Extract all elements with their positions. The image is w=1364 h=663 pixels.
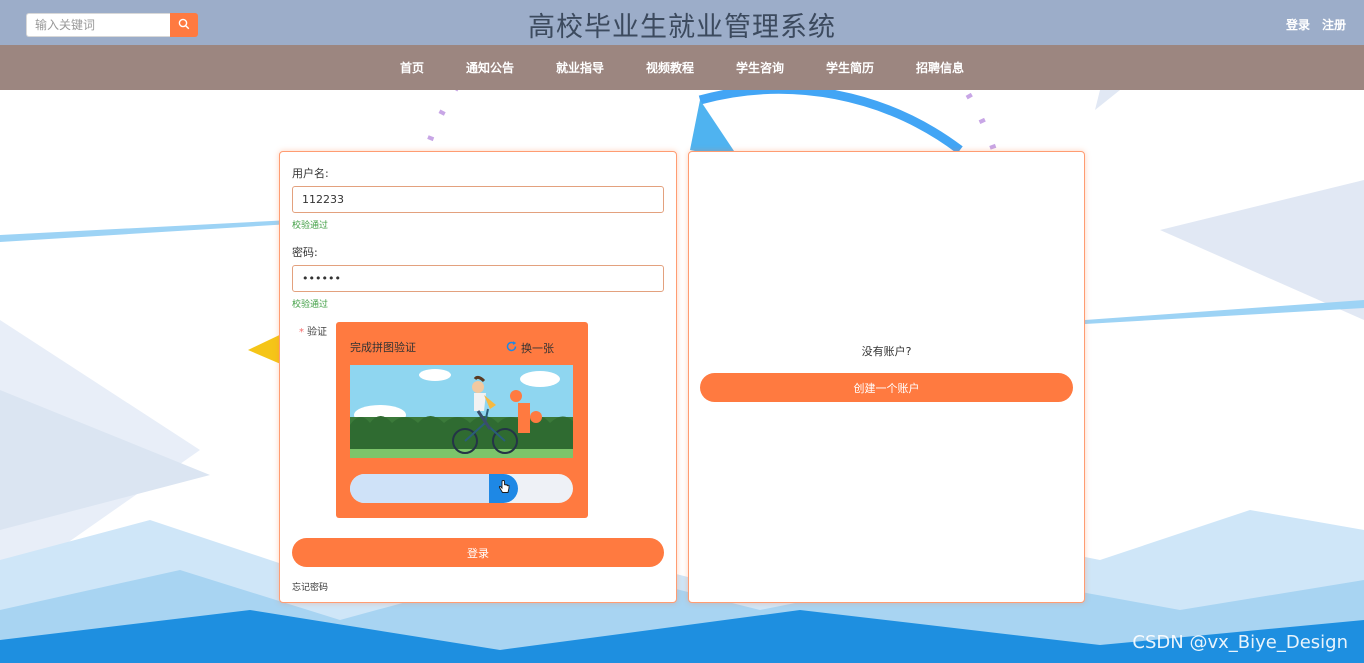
no-account-prompt: 没有账户? bbox=[861, 345, 912, 358]
captcha-puzzle-image bbox=[350, 365, 573, 458]
watermark: CSDN @vx_Biye_Design bbox=[1132, 632, 1348, 653]
nav-item-home[interactable]: 首页 bbox=[400, 59, 424, 76]
verify-label-text: 验证 bbox=[307, 327, 327, 338]
password-label: 密码: bbox=[292, 246, 318, 259]
nav-item-jobs[interactable]: 招聘信息 bbox=[916, 59, 964, 76]
refresh-icon bbox=[505, 338, 518, 357]
captcha-slider-handle[interactable] bbox=[489, 474, 518, 503]
username-input[interactable] bbox=[292, 186, 664, 213]
hand-pointer-icon bbox=[497, 479, 511, 499]
captcha-refresh-button[interactable]: 换一张 bbox=[505, 338, 554, 357]
captcha-slider-fill bbox=[350, 474, 491, 503]
header-login-link[interactable]: 登录 bbox=[1286, 16, 1310, 33]
password-input[interactable] bbox=[292, 265, 664, 292]
create-account-button[interactable]: 创建一个账户 bbox=[700, 373, 1073, 402]
login-submit-button[interactable]: 登录 bbox=[292, 538, 664, 567]
nav-item-resumes[interactable]: 学生简历 bbox=[826, 59, 874, 76]
forgot-password-link[interactable]: 忘记密码 bbox=[292, 580, 328, 593]
username-label: 用户名: bbox=[292, 167, 329, 180]
required-mark: * bbox=[299, 327, 304, 338]
nav-item-notices[interactable]: 通知公告 bbox=[466, 59, 514, 76]
site-title: 高校毕业生就业管理系统 bbox=[528, 12, 836, 43]
register-panel: 没有账户? 创建一个账户 bbox=[688, 151, 1085, 603]
captcha-slider-track bbox=[350, 474, 573, 503]
main-nav: 首页 通知公告 就业指导 视频教程 学生咨询 学生简历 招聘信息 bbox=[0, 45, 1364, 90]
nav-item-videos[interactable]: 视频教程 bbox=[646, 59, 694, 76]
login-panel: 用户名: 校验通过 密码: 校验通过 *验证 完成拼图验证 换一张 bbox=[279, 151, 677, 603]
background-illustration bbox=[0, 90, 1364, 663]
top-bar: 高校毕业生就业管理系统 登录 注册 bbox=[0, 0, 1364, 45]
username-status: 校验通过 bbox=[292, 221, 329, 231]
puzzle-captcha: 完成拼图验证 换一张 bbox=[336, 322, 588, 518]
auth-links: 登录 注册 bbox=[1286, 16, 1346, 33]
header-register-link[interactable]: 注册 bbox=[1322, 16, 1346, 33]
captcha-refresh-label: 换一张 bbox=[521, 341, 554, 355]
nav-item-consult[interactable]: 学生咨询 bbox=[736, 59, 784, 76]
nav-item-guidance[interactable]: 就业指导 bbox=[556, 59, 604, 76]
captcha-title: 完成拼图验证 bbox=[350, 341, 416, 354]
password-status: 校验通过 bbox=[292, 300, 329, 310]
verify-label: * 验证 bbox=[299, 323, 327, 338]
